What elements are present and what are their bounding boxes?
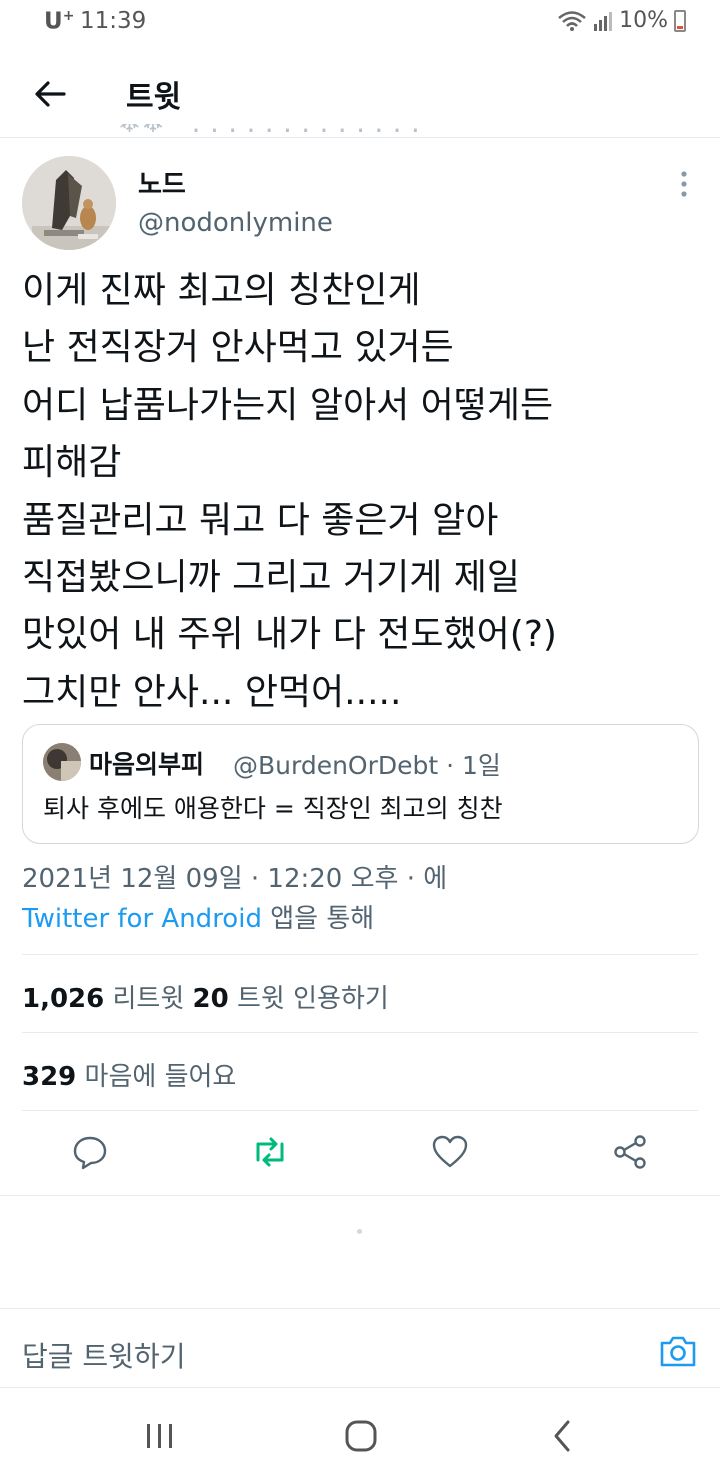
divider [22, 1032, 698, 1033]
loading-indicator [357, 1229, 362, 1234]
source-suffix: 앱을 통해 [261, 904, 375, 934]
quoted-tweet-card[interactable]: 마음의부피 @BurdenOrDebt · 1일 퇴사 후에도 애용한다 = 직… [22, 724, 699, 844]
status-bar: U+ 11:39 10% [0, 0, 720, 46]
battery-icon [674, 9, 686, 32]
arrow-left-icon[interactable] [30, 74, 70, 114]
quotes-stat[interactable]: 20 트윗 인용하기 [193, 984, 389, 1014]
tweet-line: 어디 납품나가는지 알아서 어떻게든 [22, 384, 554, 426]
back-nav-icon[interactable] [542, 1418, 582, 1454]
tweet-source: Twitter for Android 앱을 통해 [22, 898, 374, 935]
carrier-label: U+ [44, 8, 75, 35]
action-bar [0, 1112, 720, 1196]
reply-composer[interactable]: 답글 트윗하기 [0, 1308, 720, 1388]
tweet-line: 직접봤으니까 그리고 거기게 제일 [22, 557, 521, 599]
heart-icon[interactable] [430, 1132, 470, 1172]
home-icon[interactable] [341, 1418, 381, 1454]
status-time: 11:39 [80, 8, 147, 34]
author-handle[interactable]: @nodonlymine [138, 208, 333, 238]
likes-stat[interactable]: 329 마음에 들어요 [22, 1056, 236, 1093]
comment-icon[interactable] [70, 1132, 110, 1172]
tweet-line: 피해감 [22, 442, 122, 484]
divider [22, 1110, 698, 1111]
tweet-line: 그치만 안사... 안먹어..... [22, 671, 402, 713]
clipped-previous-tweet: · ❄❄ · ․ ․ ․ ․ ․ ․ ․ ․ ․ ․ ․ ․ ․ [100, 124, 520, 144]
tweet-line: 난 전직장거 안사먹고 있거든 [22, 327, 454, 369]
more-vertical-icon[interactable] [672, 168, 696, 200]
camera-icon[interactable] [658, 1333, 698, 1369]
page-title: 트윗 [126, 80, 182, 115]
divider [22, 954, 698, 955]
status-indicators: 10% [557, 8, 686, 33]
battery-percent: 10% [619, 8, 668, 33]
tweet-line: 품질관리고 뭐고 다 좋은거 알아 [22, 499, 499, 541]
retweets-stat[interactable]: 1,026 리트윗 [22, 984, 193, 1014]
share-icon[interactable] [610, 1132, 650, 1172]
quoted-author-name: 마음의부피 [89, 750, 205, 779]
author-name[interactable]: 노드 [138, 164, 186, 201]
tweet-text: 이게 진짜 최고의 칭찬인게 난 전직장거 안사먹고 있거든 어디 납품나가는지… [22, 262, 702, 721]
retweet-icon[interactable] [250, 1132, 290, 1172]
tweet-line: 이게 진짜 최고의 칭찬인게 [22, 270, 421, 311]
source-link[interactable]: Twitter for Android [22, 904, 262, 934]
wifi-icon [558, 10, 586, 31]
recent-apps-icon[interactable] [140, 1418, 180, 1454]
quoted-avatar [43, 743, 81, 781]
quoted-author-meta: @BurdenOrDebt · 1일 [233, 751, 501, 780]
signal-icon [594, 11, 613, 31]
tweet-line: 맛있어 내 주위 내가 다 전도했어(?) [22, 614, 557, 656]
reply-input[interactable]: 답글 트윗하기 [22, 1335, 185, 1375]
system-nav-bar [0, 1388, 720, 1480]
quoted-tweet-text: 퇴사 후에도 애용한다 = 직장인 최고의 칭찬 [43, 794, 503, 823]
avatar[interactable] [22, 156, 116, 250]
tweet-datetime: 2021년 12월 09일 · 12:20 오후 · 에 [22, 864, 448, 894]
tweet-stats: 1,026 리트윗 20 트윗 인용하기 [22, 978, 389, 1015]
